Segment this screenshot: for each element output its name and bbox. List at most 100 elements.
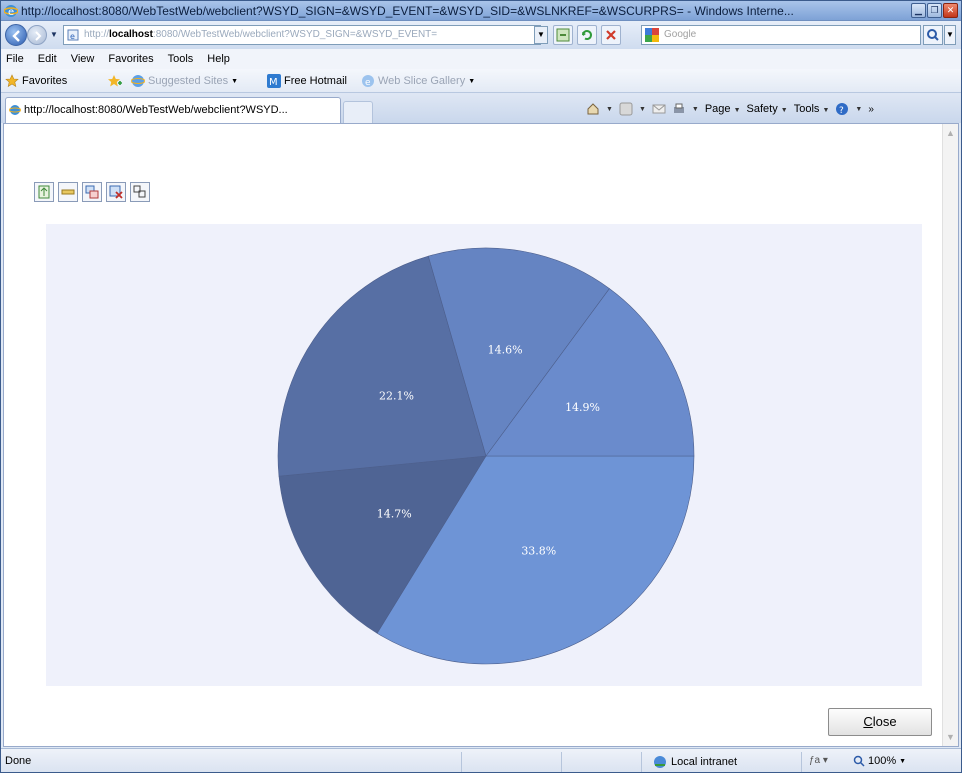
add-favorite-icon (108, 75, 122, 87)
tab-webclient[interactable]: http://localhost:8080/WebTestWeb/webclie… (5, 97, 341, 123)
ie-logo-icon: e (4, 5, 18, 18)
security-zone[interactable]: Local intranet (653, 755, 737, 769)
zoom-dropdown-icon: ▼ (899, 757, 907, 765)
menu-help[interactable]: Help (207, 53, 230, 65)
help-icon[interactable]: ? (835, 102, 849, 116)
ie-page-icon (131, 75, 145, 87)
address-bar[interactable]: e http://localhost:8080/WebTestWeb/webcl… (63, 25, 541, 45)
favorites-button[interactable]: Favorites (5, 74, 67, 88)
favorites-label: Favorites (22, 75, 68, 87)
compatibility-view-button[interactable] (553, 25, 573, 45)
recent-pages-dropdown[interactable]: ▼ (50, 30, 58, 39)
forward-button[interactable] (27, 25, 47, 45)
search-options-dropdown[interactable]: ▼ (944, 25, 956, 45)
print-icon[interactable] (672, 102, 686, 116)
command-bar: ▼ ▼ ▼ Page ▼ Safety ▼ Tools ▼ ? ▼ » (586, 101, 874, 117)
chevron-more-icon[interactable]: » (868, 104, 874, 115)
back-arrow-icon (12, 30, 20, 42)
menu-view-label: View (70, 53, 95, 65)
compatibility-view-icon (556, 28, 570, 42)
pie-slice-label: 14.9% (565, 401, 600, 414)
feeds-dropdown-icon[interactable]: ▼ (639, 106, 646, 113)
chart-toolbar-button-2[interactable] (58, 182, 78, 202)
home-icon[interactable] (586, 102, 600, 116)
free-hotmail-link[interactable]: M Free Hotmail (267, 74, 347, 88)
free-hotmail-label: Free Hotmail (284, 75, 347, 87)
close-window-button[interactable]: ✕ (943, 3, 958, 18)
safety-menu-label: Safety (746, 103, 778, 115)
home-dropdown-icon[interactable]: ▼ (606, 106, 613, 113)
url-host: localhost (109, 29, 153, 40)
pie-slice-label: 33.8% (521, 544, 556, 557)
key-icon (61, 189, 75, 195)
scroll-up-icon[interactable]: ▲ (946, 128, 955, 138)
pie-slice-label: 22.1% (379, 389, 414, 402)
window-title: http://localhost:8080/WebTestWeb/webclie… (21, 4, 794, 18)
url-prefix: http:// (84, 29, 110, 40)
chart-toolbar-button-3[interactable] (82, 182, 102, 202)
back-button[interactable] (5, 24, 27, 46)
menu-edit-label: Edit (37, 53, 57, 65)
add-to-favorites-bar-button[interactable] (107, 74, 123, 88)
suggested-sites-dropdown-icon: ▼ (231, 77, 239, 85)
svg-text:e: e (365, 78, 371, 88)
tools-menu[interactable]: Tools ▼ (794, 103, 830, 115)
chart-toolbar-button-4[interactable] (106, 182, 126, 202)
google-icon (645, 28, 659, 42)
feeds-icon[interactable] (619, 102, 633, 116)
suggested-sites-link[interactable]: Suggested Sites ▼ (131, 74, 238, 88)
close-button[interactable]: Close (828, 708, 932, 736)
favorites-bar: Favorites Suggested Sites ▼ M Free Hotma… (1, 69, 961, 93)
menu-view[interactable]: View (71, 53, 95, 65)
chart-toolbar-button-1[interactable] (34, 182, 54, 202)
search-button[interactable] (923, 25, 943, 45)
windows-icon (85, 185, 99, 199)
help-dropdown-icon[interactable]: ▼ (855, 106, 862, 113)
zoom-control[interactable]: 100% ▼ (853, 755, 906, 767)
menu-favorites[interactable]: Favorites (108, 53, 153, 65)
web-slice-gallery-link[interactable]: e Web Slice Gallery ▼ (361, 74, 475, 88)
menu-tools[interactable]: Tools (168, 53, 194, 65)
status-divider (801, 752, 802, 772)
pie-slice-label: 14.6% (488, 344, 523, 357)
refresh-button[interactable] (577, 25, 597, 45)
menu-favorites-label: Favorites (108, 53, 154, 65)
safety-menu[interactable]: Safety ▼ (747, 103, 788, 115)
web-slice-gallery-label: Web Slice Gallery (378, 75, 466, 87)
status-bar: Done Local intranet ƒa ▾ 100% ▼ (1, 748, 961, 772)
forward-arrow-icon (35, 31, 42, 41)
protected-mode-icon[interactable]: ƒa ▾ (809, 755, 828, 766)
delete-window-icon (109, 185, 123, 199)
tab-page-icon (9, 105, 21, 115)
menu-edit[interactable]: Edit (38, 53, 57, 65)
svg-text:M: M (269, 77, 278, 88)
minimize-button[interactable]: ▁ (911, 3, 926, 18)
pie-chart-area: 33.8% 14.7% 22.1% 14.6% 14.9% (46, 224, 922, 686)
security-zone-label: Local intranet (671, 756, 738, 768)
stop-button[interactable] (601, 25, 621, 45)
new-tab-button[interactable] (343, 101, 373, 123)
tools-menu-label: Tools (793, 103, 820, 115)
intranet-icon (654, 756, 666, 768)
print-dropdown-icon[interactable]: ▼ (692, 106, 699, 113)
svg-text:?: ? (839, 106, 844, 116)
chart-toolbar-button-5[interactable] (130, 182, 150, 202)
zoom-icon (853, 755, 865, 767)
url-rest: :8080/WebTestWeb/webclient?WSYD_SIGN=&WS… (152, 29, 438, 40)
restore-button[interactable]: ❐ (927, 3, 942, 18)
read-mail-icon[interactable] (652, 102, 666, 116)
web-slice-icon: e (362, 75, 374, 88)
chart-toolbar (34, 182, 150, 202)
tools-menu-dropdown-icon: ▼ (822, 107, 830, 114)
zoom-level: 100% (868, 755, 897, 767)
search-input[interactable]: Google (641, 25, 921, 45)
address-dropdown[interactable]: ▼ (534, 26, 548, 44)
menu-file-label: File (6, 53, 24, 65)
page-menu[interactable]: Page ▼ (705, 103, 741, 115)
menu-tools-label: Tools (167, 53, 194, 65)
pie-slice-label: 14.7% (377, 507, 412, 520)
vertical-scrollbar[interactable]: ▲ ▼ (942, 124, 958, 746)
menu-file[interactable]: File (6, 53, 24, 65)
scroll-down-icon[interactable]: ▼ (946, 732, 955, 742)
svg-text:e: e (70, 32, 75, 41)
